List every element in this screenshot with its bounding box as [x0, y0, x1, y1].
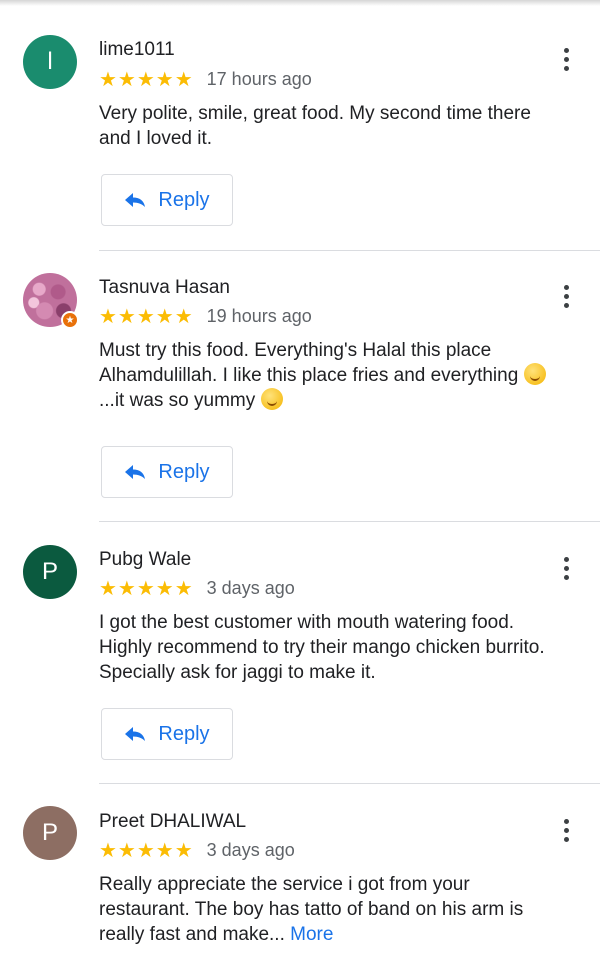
reply-button[interactable]: Reply — [101, 446, 233, 498]
reviewer-name[interactable]: Preet DHALIWAL — [99, 811, 246, 833]
smiling-emoji-icon — [260, 388, 283, 410]
reviewer-name[interactable]: Pubg Wale — [99, 549, 191, 571]
rating-row: ★★★★★ 3 days ago — [99, 576, 295, 600]
review-time: 3 days ago — [206, 577, 295, 598]
more-vert-icon[interactable] — [552, 813, 580, 847]
avatar[interactable]: l — [23, 35, 77, 89]
more-link[interactable]: More — [290, 924, 333, 945]
avatar[interactable]: ★ — [23, 273, 79, 329]
review-time: 17 hours ago — [206, 68, 312, 89]
more-vert-icon[interactable] — [552, 42, 580, 76]
more-vert-icon[interactable] — [552, 551, 580, 585]
reply-arrow-icon — [125, 193, 146, 207]
review-text-part: ...it was so yummy — [99, 390, 256, 411]
top-edge-shadow — [0, 0, 600, 6]
avatar-letter: P — [41, 558, 58, 585]
rating-row: ★★★★★ 3 days ago — [99, 838, 295, 862]
star-rating-icon: ★★★★★ — [99, 838, 194, 862]
divider — [99, 783, 600, 784]
avatar-letter: P — [41, 819, 58, 846]
review-text: Really appreciate the service i got from… — [99, 872, 564, 947]
reply-button[interactable]: Reply — [101, 708, 233, 760]
more-vert-icon[interactable] — [552, 279, 580, 313]
star-rating-icon: ★★★★★ — [99, 67, 194, 91]
reply-button[interactable]: Reply — [101, 174, 233, 226]
star-rating-icon: ★★★★★ — [99, 576, 194, 600]
rating-row: ★★★★★ 17 hours ago — [99, 67, 312, 91]
reply-label: Reply — [158, 460, 210, 483]
review-time: 19 hours ago — [206, 305, 312, 326]
avatar-letter: l — [47, 48, 53, 75]
star-rating-icon: ★★★★★ — [99, 304, 194, 328]
reply-label: Reply — [158, 722, 210, 745]
review-text-part: Must try this food. Everything's Halal t… — [99, 340, 519, 386]
reply-arrow-icon — [125, 465, 146, 479]
divider — [99, 521, 600, 522]
rating-row: ★★★★★ 19 hours ago — [99, 304, 312, 328]
review-text: Very polite, smile, great food. My secon… — [99, 103, 531, 149]
avatar[interactable]: P — [23, 545, 77, 599]
divider — [99, 250, 600, 251]
smiling-emoji-icon — [523, 363, 546, 385]
reviewer-name[interactable]: lime1011 — [99, 39, 175, 61]
reply-arrow-icon — [125, 727, 146, 741]
avatar[interactable]: P — [23, 806, 77, 860]
review-time: 3 days ago — [206, 839, 295, 860]
review-text: Must try this food. Everything's Halal t… — [99, 338, 564, 413]
review-text: I got the best customer with mouth water… — [99, 612, 545, 683]
reply-label: Reply — [158, 188, 210, 211]
local-guide-badge-icon: ★ — [61, 311, 79, 329]
reviewer-name[interactable]: Tasnuva Hasan — [99, 277, 230, 299]
